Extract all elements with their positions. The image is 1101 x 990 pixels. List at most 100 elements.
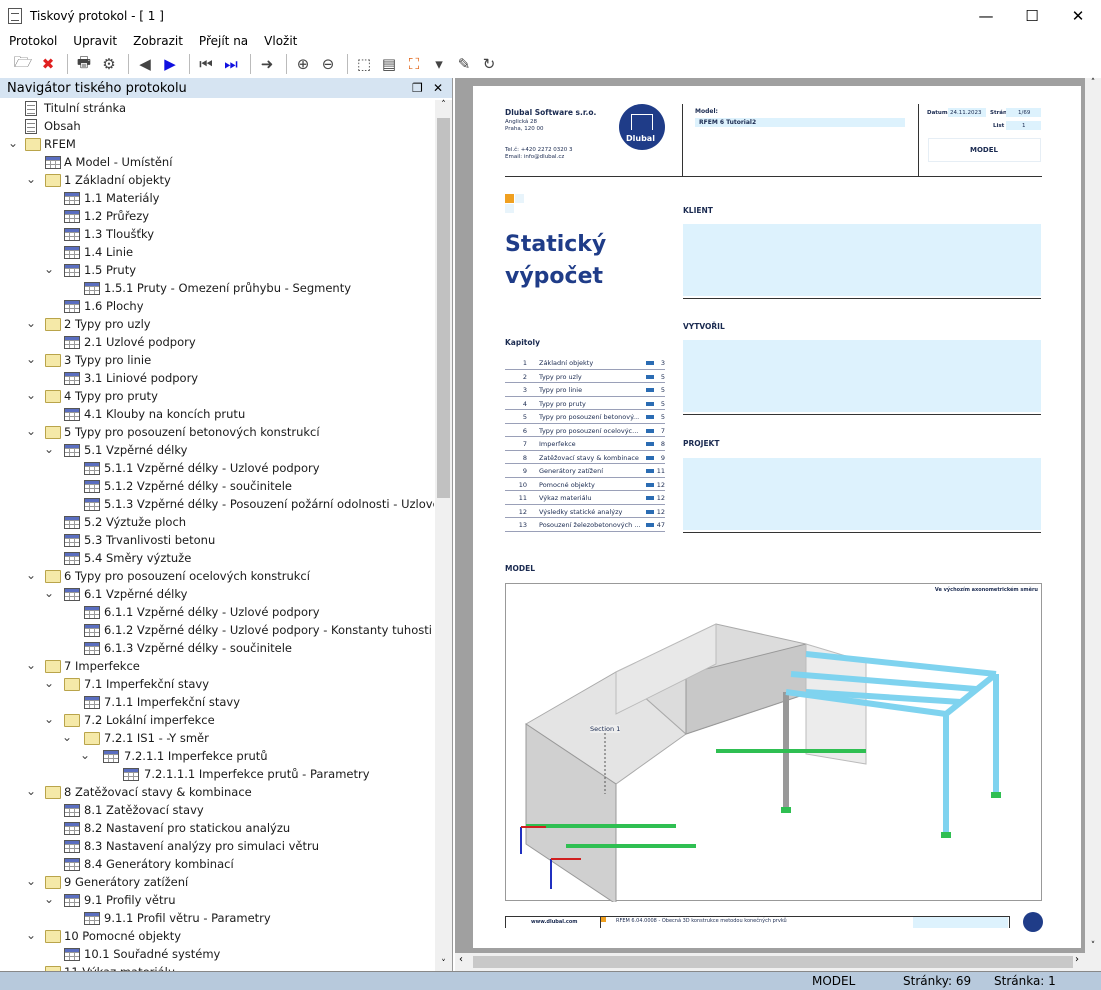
first-page-button[interactable]: ⏮ bbox=[195, 53, 217, 75]
tree-item[interactable]: ⌄ 8 Zatěžovací stavy & kombinace bbox=[0, 784, 434, 802]
chevron-down-icon[interactable]: ⌄ bbox=[80, 748, 90, 762]
tree-item[interactable]: ⌄ RFEM bbox=[0, 136, 434, 154]
preview-vertical-scrollbar[interactable]: ˄ ˅ bbox=[1085, 78, 1101, 953]
chevron-down-icon[interactable]: ⌄ bbox=[44, 586, 54, 600]
chapter-row[interactable]: 8 Zatěžovací stavy & kombinace 9 bbox=[505, 451, 665, 464]
tree-item[interactable]: ⌄ 3 Typy pro linie bbox=[0, 352, 434, 370]
navigator-scrollbar[interactable]: ˄ ˅ bbox=[435, 100, 452, 971]
chevron-down-icon[interactable]: ⌄ bbox=[26, 784, 36, 798]
menu-1[interactable]: Upravit bbox=[73, 34, 117, 48]
previous-page-button[interactable]: ◀ bbox=[134, 53, 156, 75]
tree-item[interactable]: 1.2 Průřezy bbox=[0, 208, 434, 226]
tree-item[interactable]: 5.2 Výztuže ploch bbox=[0, 514, 434, 532]
tree-item[interactable]: 9.1.1 Profil větru - Parametry bbox=[0, 910, 434, 928]
tree-item[interactable]: 1.5.1 Pruty - Omezení průhybu - Segmenty bbox=[0, 280, 434, 298]
tree-item[interactable]: 5.1.1 Vzpěrné délky - Uzlové podpory bbox=[0, 460, 434, 478]
tree-item[interactable]: 8.2 Nastavení pro statickou analýzu bbox=[0, 820, 434, 838]
chapter-row[interactable]: 7 Imperfekce 8 bbox=[505, 437, 665, 451]
go-to-page-button[interactable]: ➜ bbox=[256, 53, 278, 75]
tree-item[interactable]: ⌄ 7 Imperfekce bbox=[0, 658, 434, 676]
tree-item[interactable]: 5.1.2 Vzpěrné délky - součinitele bbox=[0, 478, 434, 496]
chevron-down-icon[interactable]: ⌄ bbox=[26, 658, 36, 672]
scrollbar-thumb[interactable] bbox=[473, 956, 1073, 968]
tree-item[interactable]: ⌄ 7.2 Lokální imperfekce bbox=[0, 712, 434, 730]
chevron-down-icon[interactable]: ⌄ bbox=[26, 928, 36, 942]
tree-item[interactable]: 2.1 Uzlové podpory bbox=[0, 334, 434, 352]
tree-item[interactable]: 5.1.3 Vzpěrné délky - Posouzení požární … bbox=[0, 496, 434, 514]
chevron-down-icon[interactable]: ⌄ bbox=[26, 568, 36, 582]
tree-item[interactable]: ⌄ 2 Typy pro uzly bbox=[0, 316, 434, 334]
chevron-down-icon[interactable]: ⌄ bbox=[26, 424, 36, 438]
tree-item[interactable]: 7.2.1.1.1 Imperfekce prutů - Parametry bbox=[0, 766, 434, 784]
next-page-button[interactable]: ▶ bbox=[159, 53, 181, 75]
layout-button[interactable]: ⛶ bbox=[403, 53, 425, 75]
tree-item[interactable]: Titulní stránka bbox=[0, 100, 434, 118]
preview-horizontal-scrollbar[interactable]: ‹ › bbox=[455, 953, 1101, 971]
chapter-row[interactable]: 1 Základní objekty 3 bbox=[505, 356, 665, 370]
chapter-row[interactable]: 10 Pomocné objekty 12 bbox=[505, 478, 665, 491]
tree-item[interactable]: 10.1 Souřadné systémy bbox=[0, 946, 434, 964]
maximize-button[interactable]: ☐ bbox=[1009, 0, 1055, 31]
tree-item[interactable]: Obsah bbox=[0, 118, 434, 136]
tree-item[interactable]: ⌄ 1 Základní objekty bbox=[0, 172, 434, 190]
print-button[interactable]: 🖶 bbox=[73, 53, 95, 75]
chapter-row[interactable]: 6 Typy pro posouzení ocelovýc... 7 bbox=[505, 424, 665, 437]
tree-item[interactable]: ⌄ 9.1 Profily větru bbox=[0, 892, 434, 910]
close-button[interactable]: ✕ bbox=[1055, 0, 1101, 31]
chevron-down-icon[interactable]: ⌄ bbox=[44, 712, 54, 726]
selection-button[interactable]: ▤ bbox=[378, 53, 400, 75]
tree-item[interactable]: ⌄ 6 Typy pro posouzení ocelových konstruk… bbox=[0, 568, 434, 586]
tree-item[interactable]: ⌄ 10 Pomocné objekty bbox=[0, 928, 434, 946]
tree-item[interactable]: 8.3 Nastavení analýzy pro simulaci větru bbox=[0, 838, 434, 856]
chapter-row[interactable]: 13 Posouzení železobetonových ... 47 bbox=[505, 518, 665, 532]
tree-item[interactable]: 5.3 Trvanlivosti betonu bbox=[0, 532, 434, 550]
tree-item[interactable]: 6.1.3 Vzpěrné délky - součinitele bbox=[0, 640, 434, 658]
tree-item[interactable]: A Model - Umístění bbox=[0, 154, 434, 172]
chevron-down-icon[interactable]: ⌄ bbox=[26, 352, 36, 366]
tree-item[interactable]: ⌄ 7.2.1 IS1 - -Y směr bbox=[0, 730, 434, 748]
chevron-down-icon[interactable]: ⌄ bbox=[62, 730, 72, 744]
tree-item[interactable]: 1.1 Materiály bbox=[0, 190, 434, 208]
tree-item[interactable]: 5.4 Směry výztuže bbox=[0, 550, 434, 568]
zoom-in-button[interactable]: ⊕ bbox=[292, 53, 314, 75]
chapter-row[interactable]: 12 Výsledky statické analýzy 12 bbox=[505, 505, 665, 518]
tree-item[interactable]: ⌄ 9 Generátory zatížení bbox=[0, 874, 434, 892]
tree-item[interactable]: ⌄ 7.2.1.1 Imperfekce prutů bbox=[0, 748, 434, 766]
chapter-row[interactable]: 4 Typy pro pruty 5 bbox=[505, 397, 665, 410]
zoom-out-button[interactable]: ⊖ bbox=[317, 53, 339, 75]
chapter-row[interactable]: 11 Výkaz materiálu 12 bbox=[505, 491, 665, 505]
print-settings-button[interactable]: ⚙ bbox=[98, 53, 120, 75]
chapter-row[interactable]: 5 Typy pro posouzení betonový... 5 bbox=[505, 410, 665, 424]
open-button[interactable]: 🗁 bbox=[12, 53, 34, 75]
chevron-down-icon[interactable]: ⌄ bbox=[26, 964, 36, 971]
chevron-down-icon[interactable]: ⌄ bbox=[26, 388, 36, 402]
chevron-down-icon[interactable]: ⌄ bbox=[26, 172, 36, 186]
tree-item[interactable]: 1.4 Linie bbox=[0, 244, 434, 262]
menu-2[interactable]: Zobrazit bbox=[133, 34, 183, 48]
tree-item[interactable]: 8.1 Zatěžovací stavy bbox=[0, 802, 434, 820]
page-size-button[interactable]: ⬚ bbox=[353, 53, 375, 75]
tree-item[interactable]: 1.6 Plochy bbox=[0, 298, 434, 316]
menu-4[interactable]: Vložit bbox=[264, 34, 297, 48]
tree-item[interactable]: ⌄ 6.1 Vzpěrné délky bbox=[0, 586, 434, 604]
refresh-button[interactable]: ↻ bbox=[478, 53, 500, 75]
tree-item[interactable]: 1.3 Tloušťky bbox=[0, 226, 434, 244]
tree-item[interactable]: ⌄ 5 Typy pro posouzení betonových konstru… bbox=[0, 424, 434, 442]
chevron-down-icon[interactable]: ⌄ bbox=[44, 892, 54, 906]
last-page-button[interactable]: ⏭ bbox=[220, 53, 242, 75]
float-icon[interactable]: ❐ bbox=[412, 81, 423, 95]
chevron-down-icon[interactable]: ⌄ bbox=[44, 442, 54, 456]
tree-item[interactable]: ⌄11 Výkaz materiálu bbox=[0, 964, 434, 971]
tree-item[interactable]: ⌄ 1.5 Pruty bbox=[0, 262, 434, 280]
chevron-down-icon[interactable]: ⌄ bbox=[26, 874, 36, 888]
chevron-down-icon[interactable]: ⌄ bbox=[44, 676, 54, 690]
dropdown-button[interactable]: ▾ bbox=[428, 53, 450, 75]
menu-0[interactable]: Protokol bbox=[9, 34, 57, 48]
tree-item[interactable]: 6.1.1 Vzpěrné délky - Uzlové podpory bbox=[0, 604, 434, 622]
tree-item[interactable]: 6.1.2 Vzpěrné délky - Uzlové podpory - K… bbox=[0, 622, 434, 640]
tree-item[interactable]: 4.1 Klouby na koncích prutu bbox=[0, 406, 434, 424]
minimize-button[interactable]: — bbox=[963, 0, 1009, 31]
tree-item[interactable]: ⌄ 4 Typy pro pruty bbox=[0, 388, 434, 406]
edit-button[interactable]: ✎ bbox=[453, 53, 475, 75]
chevron-down-icon[interactable]: ⌄ bbox=[26, 316, 36, 330]
